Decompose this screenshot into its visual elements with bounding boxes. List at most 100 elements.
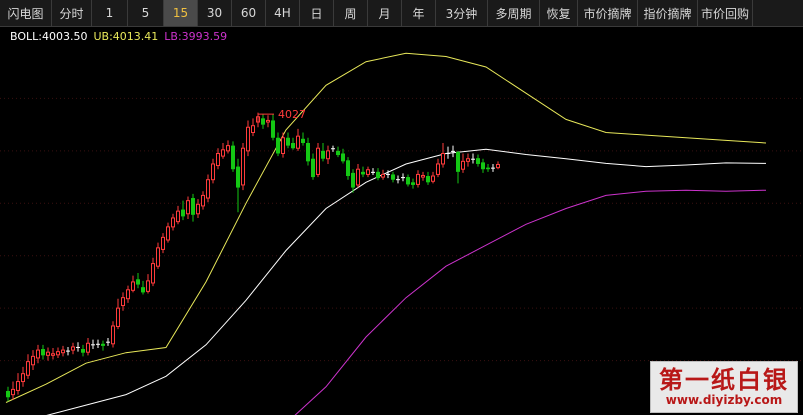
candle-body (321, 150, 325, 159)
candle-body (386, 173, 390, 175)
candle-body (266, 119, 270, 123)
candle-body (376, 171, 380, 179)
candle-body (201, 194, 205, 207)
candle-body (496, 163, 500, 169)
candle-body (316, 147, 320, 175)
candle-body (446, 152, 450, 154)
candle-body (306, 142, 310, 162)
candle-body (41, 349, 45, 356)
candle-body (276, 137, 280, 154)
candle-body (26, 361, 30, 376)
candle-body (6, 390, 10, 398)
candle-body (16, 381, 20, 391)
candle-body (391, 174, 395, 180)
candle-body (396, 179, 400, 181)
candle-body (456, 151, 460, 172)
watermark-logo: 第一纸白银 www.diyizby.com (650, 361, 798, 413)
candle-body (441, 152, 445, 165)
candle-body (76, 346, 80, 348)
candle-body (236, 166, 240, 188)
candle-body (221, 149, 225, 157)
candle-body (471, 158, 475, 160)
candle-body (116, 307, 120, 327)
candle-body (131, 281, 135, 291)
candlestick-chart[interactable]: 4027 (0, 0, 803, 415)
candle-body (181, 209, 185, 217)
candle-body (326, 150, 330, 160)
candle-body (361, 171, 365, 175)
candle-body (81, 349, 85, 353)
candle-body (21, 373, 25, 383)
candle-body (291, 142, 295, 149)
candle-body (211, 163, 215, 181)
candle-body (91, 344, 95, 346)
candle-body (231, 145, 235, 170)
max-annotation-label: 4027 (278, 108, 306, 121)
candle-body (141, 287, 145, 293)
candle-body (66, 350, 70, 352)
watermark-url: www.diyizby.com (665, 393, 783, 407)
candle-body (56, 351, 60, 356)
candle-body (286, 137, 290, 146)
candle-body (161, 236, 165, 250)
candle-body (426, 176, 430, 183)
candle-body (206, 179, 210, 199)
candle-body (146, 280, 150, 292)
candle-body (121, 297, 125, 307)
candle-body (246, 126, 250, 152)
candle-body (136, 279, 140, 285)
candle-body (486, 167, 490, 170)
candle-body (261, 118, 265, 125)
ub-band-line (5, 52, 767, 403)
candle-body (451, 150, 455, 152)
candle-body (346, 160, 350, 177)
candle-body (406, 177, 410, 185)
candle-body (186, 200, 190, 215)
candle-body (96, 343, 100, 345)
candle-body (491, 167, 495, 169)
candle-body (351, 172, 355, 188)
candle-body (331, 148, 335, 150)
candle-body (51, 353, 55, 356)
candle-body (126, 289, 130, 300)
candle-body (341, 153, 345, 162)
candle-body (106, 341, 110, 343)
candle-body (71, 346, 75, 351)
candle-body (416, 173, 420, 185)
candle-body (151, 263, 155, 284)
candle-body (86, 342, 90, 353)
candle-body (36, 349, 40, 359)
candle-body (411, 182, 415, 185)
candle-body (281, 137, 285, 154)
candle-body (196, 203, 200, 215)
candle-body (226, 145, 230, 152)
candle-body (436, 163, 440, 175)
candle-body (401, 177, 405, 179)
candle-body (431, 175, 435, 182)
candle-body (176, 210, 180, 223)
candle-body (111, 325, 115, 345)
candle-body (191, 198, 195, 215)
candle-body (251, 125, 255, 134)
candle-body (476, 158, 480, 164)
candle-body (61, 349, 65, 354)
candle-body (381, 173, 385, 178)
candle-body (461, 160, 465, 170)
candle-body (156, 247, 160, 267)
candle-body (271, 120, 275, 138)
candle-body (101, 343, 105, 346)
candle-body (171, 217, 175, 228)
candle-body (466, 158, 470, 162)
candle-body (301, 138, 305, 143)
candle-body (336, 150, 340, 156)
candle-body (421, 174, 425, 178)
candle-body (296, 135, 300, 149)
candle-body (366, 169, 370, 175)
candle-body (311, 158, 315, 178)
candle-body (356, 168, 360, 186)
candle-body (481, 162, 485, 170)
candle-body (216, 152, 220, 167)
candle-body (166, 226, 170, 241)
candle-body (241, 147, 245, 186)
candle-body (371, 171, 375, 173)
